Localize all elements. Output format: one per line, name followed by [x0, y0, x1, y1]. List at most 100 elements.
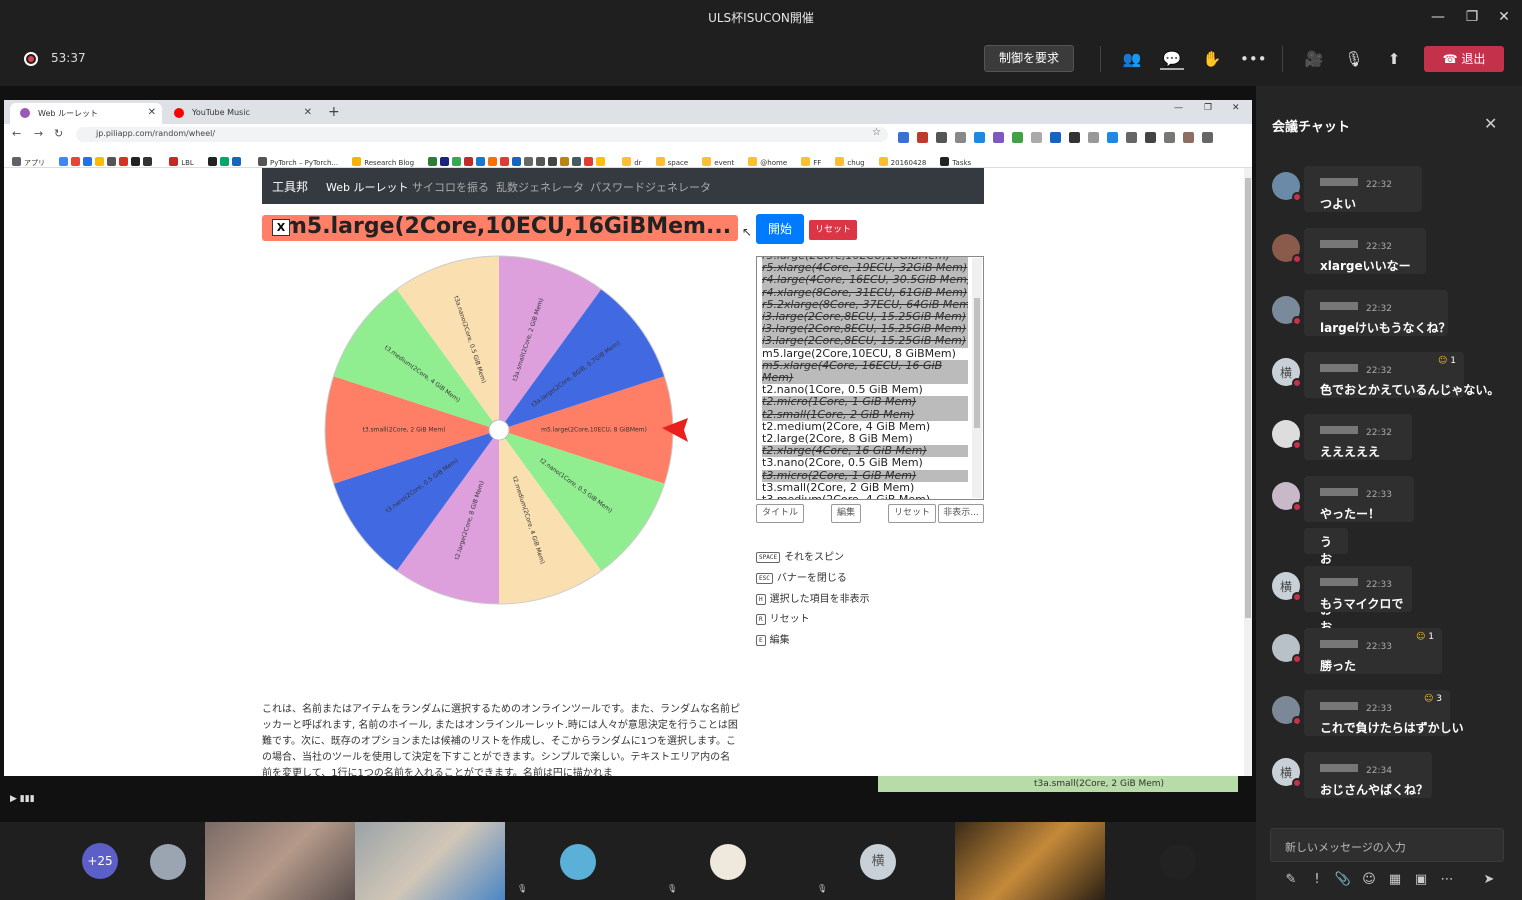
nav-dice[interactable]: サイコロを振る	[412, 179, 489, 195]
list-item[interactable]: r5.xlarge(4Core, 19ECU, 32GiB Mem)	[762, 262, 968, 275]
drive-icon[interactable]	[452, 157, 462, 166]
browser-close-icon[interactable]: ✕	[1232, 103, 1240, 113]
bookmark-home[interactable]: @home	[748, 157, 787, 167]
request-control-button[interactable]: 制御を要求	[984, 45, 1074, 72]
nav-web-roulette[interactable]: Web ルーレット	[326, 179, 408, 195]
avatar[interactable]	[1272, 634, 1302, 664]
bookmark-icon[interactable]	[219, 157, 229, 166]
list-item[interactable]: t2.large(2Core, 8 GiB Mem)	[762, 433, 968, 445]
list-item[interactable]: t3.nano(2Core, 0.5 GiB Mem)	[762, 457, 968, 469]
bookmark-icon[interactable]	[512, 157, 522, 166]
gmail-icon[interactable]	[71, 157, 81, 166]
nav-random-number[interactable]: 乱数ジェネレータ	[496, 179, 584, 195]
bookmark-apps[interactable]: アプリ	[12, 157, 45, 167]
back-icon[interactable]: ←	[12, 127, 21, 140]
close-tab-icon[interactable]: ✕	[148, 107, 156, 118]
bookmark-icon[interactable]	[536, 157, 546, 166]
list-item[interactable]: t2.nano(1Core, 0.5 GiB Mem)	[762, 384, 968, 396]
close-icon[interactable]: ✕	[1492, 6, 1516, 28]
bookmark-icon[interactable]	[231, 157, 241, 166]
chat-bubble[interactable]: 22:32 largeけいもうなくね？	[1304, 290, 1451, 336]
extension-icon[interactable]	[955, 132, 966, 143]
extension-icon[interactable]	[936, 132, 947, 143]
list-item[interactable]: t2.medium(2Core, 4 GiB Mem)	[762, 421, 968, 433]
extension-icon[interactable]	[993, 132, 1004, 143]
reaction-badge[interactable]: ☺ 1	[1416, 632, 1434, 642]
url-field[interactable]: jp.piliapp.com/random/wheel/	[76, 127, 888, 142]
chat-bubble[interactable]: 22:34 おじさんやばくね？	[1304, 752, 1432, 798]
bookmark-pytorch[interactable]: PyTorch – PyTorch...	[257, 157, 338, 167]
extension-icon[interactable]	[1069, 132, 1080, 143]
browser-minimize-icon[interactable]: —	[1174, 103, 1183, 113]
page-scrollbar[interactable]	[1244, 168, 1252, 776]
edit-button[interactable]: 編集	[831, 504, 861, 523]
bookmark-icon[interactable]	[440, 157, 450, 166]
mic-off-icon[interactable]: 🎙	[1342, 48, 1366, 70]
bookmark-icon[interactable]	[476, 157, 486, 166]
browser-restore-icon[interactable]: ❐	[1204, 103, 1212, 113]
format-icon[interactable]: ✎	[1278, 872, 1304, 887]
list-item[interactable]: r4.xlarge(8Core, 31ECU, 61GiB Mem)	[762, 286, 968, 299]
extension-icon[interactable]	[1145, 132, 1156, 143]
extension-icon[interactable]	[1183, 132, 1194, 143]
extension-icon[interactable]	[1031, 132, 1042, 143]
list-item[interactable]: t2.micro(1Core, 1 GiB Mem)	[762, 396, 968, 409]
avatar[interactable]: 横	[1272, 358, 1302, 388]
site-brand[interactable]: 工具邦	[272, 178, 308, 195]
chat-message-input[interactable]: 新しいメッセージの入力	[1270, 828, 1504, 862]
bookmark-icon[interactable]	[524, 157, 534, 166]
bookmark-icon[interactable]	[143, 157, 153, 166]
extension-icon[interactable]	[974, 132, 985, 143]
bookmark-tasks[interactable]: Tasks	[940, 157, 971, 167]
avatar[interactable]	[1272, 296, 1302, 326]
roulette-wheel[interactable]: m5.large(2Core,10ECU, 8 GiBMem)t2.nano(1…	[322, 254, 692, 624]
list-reset-button[interactable]: リセット	[888, 504, 936, 523]
camera-off-icon[interactable]: 🎥	[1302, 48, 1326, 70]
bookmark-20160428[interactable]: 20160428	[878, 157, 926, 167]
list-item[interactable]: m5.xlarge(4Core, 16ECU, 16 GiB Mem)	[762, 359, 968, 385]
chat-bubble[interactable]: 22:32 つよい	[1304, 166, 1422, 212]
bookmark-lbl[interactable]: LBL	[169, 157, 194, 167]
important-icon[interactable]: !	[1304, 872, 1330, 887]
extension-icon[interactable]	[1012, 132, 1023, 143]
list-item[interactable]: t3.micro(2Core, 1 GiB Mem)	[762, 469, 968, 482]
start-button[interactable]: 開始	[756, 214, 804, 244]
extension-icon[interactable]	[1050, 132, 1061, 143]
chat-icon[interactable]: 💬	[1160, 48, 1184, 70]
participant-video[interactable]	[355, 822, 505, 900]
participant-tile[interactable]: 横 🎙	[805, 822, 955, 900]
bookmark-icon[interactable]	[500, 157, 510, 166]
share-screen-icon[interactable]: ⬆	[1382, 48, 1406, 70]
bookmark-icon[interactable]	[488, 157, 498, 166]
items-scrollbar[interactable]	[972, 258, 982, 498]
more-options-icon[interactable]: •••	[1240, 48, 1267, 70]
title-button[interactable]: タイトル	[756, 504, 804, 523]
list-item[interactable]: i3.large(2Core,8ECU, 15.25GiB Mem)	[762, 311, 968, 324]
bookmark-icon[interactable]	[464, 157, 474, 166]
avatar[interactable]	[1272, 420, 1302, 450]
items-textarea[interactable]: r5.large(2Core,10ECU,16GiBMem)r5.xlarge(…	[756, 256, 984, 500]
bookmark-icon[interactable]	[107, 157, 117, 166]
banner-close-button[interactable]: X	[272, 219, 290, 236]
bookmark-icon[interactable]	[119, 157, 129, 166]
chat-bubble-followup[interactable]: うおおおおお	[1304, 528, 1349, 634]
chat-bubble[interactable]: 22:33 勝った ☺ 1	[1304, 628, 1442, 674]
extension-icon[interactable]	[1126, 132, 1137, 143]
list-item[interactable]: i3.large(2Core,8ECU, 15.25GiB Mem)	[762, 335, 968, 348]
chat-bubble[interactable]: 22:32 xlargeいいなー	[1304, 228, 1426, 274]
raise-hand-icon[interactable]: ✋	[1200, 48, 1224, 70]
bookmark-icon[interactable]	[83, 157, 93, 166]
send-icon[interactable]: ➤	[1476, 872, 1502, 887]
bookmark-icon[interactable]	[596, 157, 606, 166]
emoji-icon[interactable]: ☺	[1356, 872, 1382, 887]
close-tab-icon[interactable]: ✕	[304, 107, 312, 118]
list-item[interactable]: t2.small(1Core, 2 GiB Mem)	[762, 408, 968, 421]
chat-bubble[interactable]: 22:33 これで負けたらはずかしい ☺ 3	[1304, 690, 1464, 736]
participant-tile[interactable]: 🎙	[505, 822, 655, 900]
new-tab-icon[interactable]: +	[328, 104, 340, 120]
nav-password-generator[interactable]: パスワードジェネレータ	[590, 179, 711, 195]
list-item[interactable]: r5.2xlarge(8Core, 37ECU, 64GiB Mem)	[762, 298, 968, 312]
reaction-badge[interactable]: ☺ 3	[1424, 694, 1442, 704]
list-item[interactable]: i3.large(2Core,8ECU, 15.25GiB Mem)	[762, 323, 968, 336]
attach-icon[interactable]: 📎	[1330, 872, 1356, 887]
